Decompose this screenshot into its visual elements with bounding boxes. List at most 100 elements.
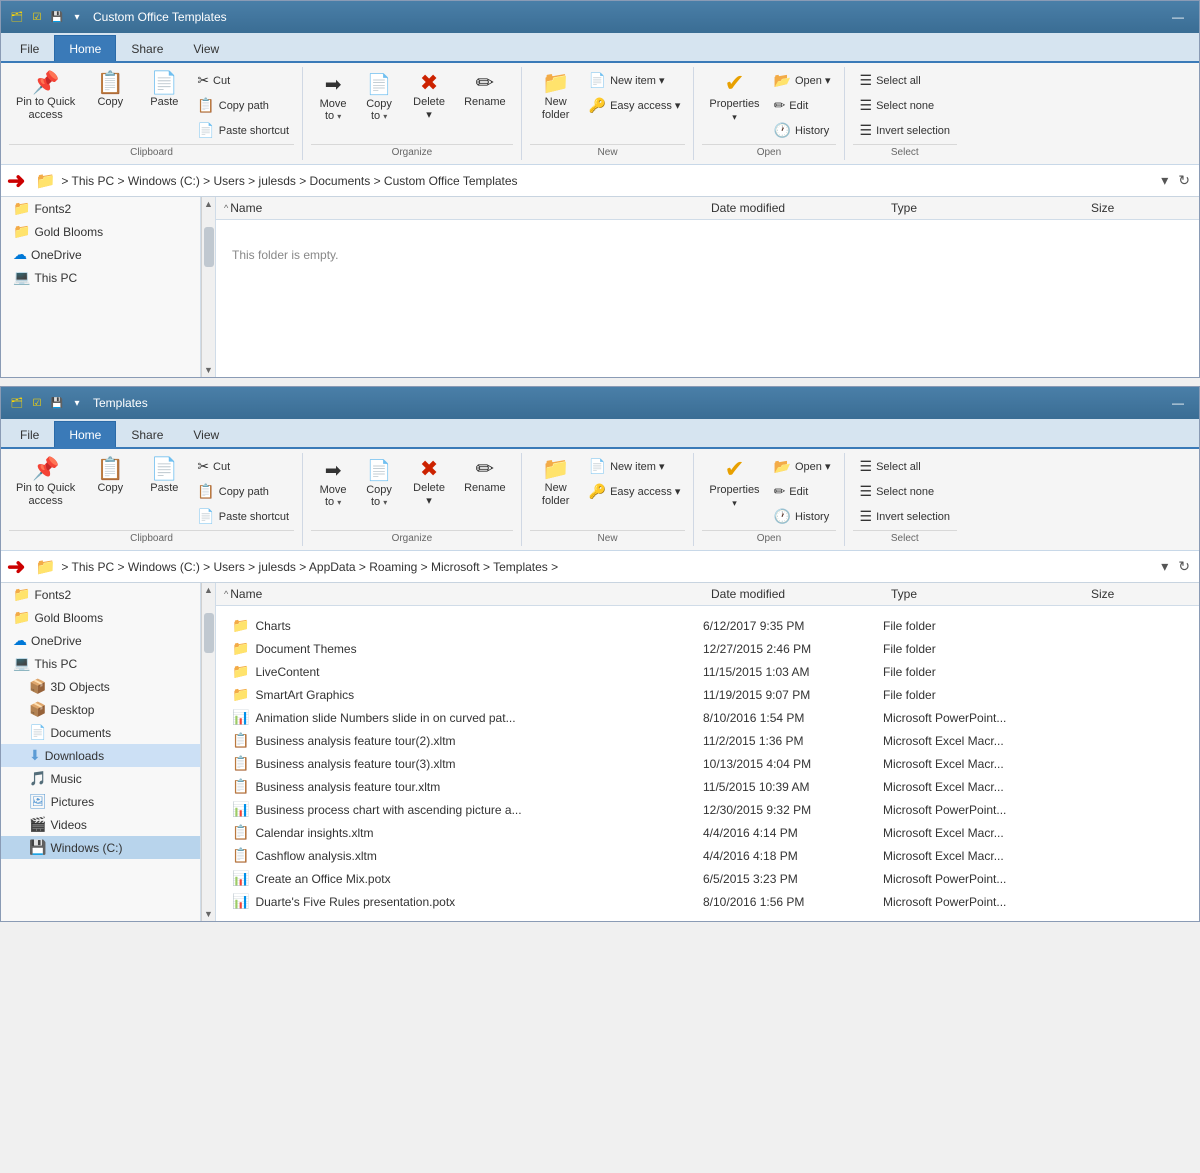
paste-button[interactable]: 📄Paste	[138, 69, 190, 112]
paste-shortcut-button[interactable]: 📄Paste shortcut	[192, 119, 294, 142]
address-path[interactable]: > This PC > Windows (C:) > Users > jules…	[61, 174, 1152, 188]
move-to-button[interactable]: ➡Moveto ▾	[311, 455, 355, 511]
column-header-size[interactable]: Size	[1091, 587, 1191, 601]
scrollbar-up-arrow[interactable]: ▲	[202, 583, 216, 597]
nav-item-downloads[interactable]: ⬇Downloads	[1, 744, 200, 767]
tab-view[interactable]: View	[178, 35, 234, 61]
nav-item-fonts2[interactable]: 📁Fonts2	[1, 583, 200, 606]
file-row[interactable]: 📊Duarte's Five Rules presentation.potx8/…	[224, 890, 1191, 913]
nav-scrollbar-track[interactable]: ▲ ▼	[201, 583, 215, 921]
nav-item-this-pc[interactable]: 💻This PC	[1, 652, 200, 675]
file-row[interactable]: 📋Business analysis feature tour(2).xltm1…	[224, 729, 1191, 752]
easy-access-button[interactable]: 🔑Easy access ▾	[584, 94, 686, 117]
column-header-type[interactable]: Type	[891, 201, 1091, 215]
copy-path-button[interactable]: 📋Copy path	[192, 480, 294, 503]
edit-button[interactable]: ✏Edit	[769, 94, 836, 117]
properties-button[interactable]: ✔Properties▾	[702, 69, 766, 127]
nav-item-videos[interactable]: 🎬Videos	[1, 813, 200, 836]
nav-item-gold-blooms[interactable]: 📁Gold Blooms	[1, 220, 200, 243]
move-to-button[interactable]: ➡Moveto ▾	[311, 69, 355, 125]
tab-view[interactable]: View	[178, 421, 234, 447]
pin-to-quick-access-button[interactable]: 📌Pin to Quickaccess	[9, 455, 82, 511]
nav-item-music[interactable]: 🎵Music	[1, 767, 200, 790]
copy-button[interactable]: 📋Copy	[84, 455, 136, 498]
rename-button[interactable]: ✏Rename	[457, 69, 513, 112]
file-row[interactable]: 📋Business analysis feature tour.xltm11/5…	[224, 775, 1191, 798]
invert-selection-button[interactable]: ☰Invert selection	[853, 119, 958, 142]
copy-to-button[interactable]: 📄Copyto ▾	[357, 455, 401, 511]
new-item-button[interactable]: 📄New item ▾	[584, 455, 686, 478]
nav-item-windows-c:[interactable]: 💾Windows (C:)	[1, 836, 200, 859]
file-row[interactable]: 📋Cashflow analysis.xltm4/4/2016 4:18 PMM…	[224, 844, 1191, 867]
properties-button[interactable]: ✔Properties▾	[702, 455, 766, 513]
select-all-button[interactable]: ☰Select all	[853, 455, 958, 478]
cut-button[interactable]: ✂Cut	[192, 69, 294, 92]
history-button[interactable]: 🕐History	[769, 505, 836, 528]
open-button[interactable]: 📂Open ▾	[769, 69, 836, 92]
address-dropdown-button[interactable]: ▾	[1158, 557, 1171, 576]
file-row[interactable]: 📁Charts6/12/2017 9:35 PMFile folder	[224, 614, 1191, 637]
scrollbar-thumb[interactable]	[204, 613, 214, 653]
history-button[interactable]: 🕐History	[769, 119, 836, 142]
scrollbar-down-arrow[interactable]: ▼	[202, 907, 216, 921]
minimize-button[interactable]: —	[1165, 7, 1191, 27]
delete-button[interactable]: ✖Delete▾	[403, 455, 455, 511]
file-row[interactable]: 📋Business analysis feature tour(3).xltm1…	[224, 752, 1191, 775]
nav-item-fonts2[interactable]: 📁Fonts2	[1, 197, 200, 220]
address-dropdown-button[interactable]: ▾	[1158, 171, 1171, 190]
tab-share[interactable]: Share	[116, 35, 178, 61]
tab-home[interactable]: Home	[54, 421, 116, 447]
file-row[interactable]: 📁SmartArt Graphics11/19/2015 9:07 PMFile…	[224, 683, 1191, 706]
tab-home[interactable]: Home	[54, 35, 116, 61]
easy-access-button[interactable]: 🔑Easy access ▾	[584, 480, 686, 503]
delete-button[interactable]: ✖Delete▾	[403, 69, 455, 125]
address-refresh-button[interactable]: ↻	[1175, 557, 1193, 576]
column-header-name[interactable]: ^ Name	[224, 201, 711, 215]
column-header-type[interactable]: Type	[891, 587, 1091, 601]
select-none-button[interactable]: ☰Select none	[853, 480, 958, 503]
column-header-date-modified[interactable]: Date modified	[711, 201, 891, 215]
file-row[interactable]: 📁Document Themes12/27/2015 2:46 PMFile f…	[224, 637, 1191, 660]
select-all-button[interactable]: ☰Select all	[853, 69, 958, 92]
select-none-button[interactable]: ☰Select none	[853, 94, 958, 117]
address-refresh-button[interactable]: ↻	[1175, 171, 1193, 190]
tab-file[interactable]: File	[5, 35, 54, 61]
copy-button[interactable]: 📋Copy	[84, 69, 136, 112]
nav-item-pictures[interactable]: 🖼Pictures	[1, 790, 200, 813]
nav-item-onedrive[interactable]: ☁OneDrive	[1, 243, 200, 266]
nav-item-3d-objects[interactable]: 📦3D Objects	[1, 675, 200, 698]
rename-button[interactable]: ✏Rename	[457, 455, 513, 498]
copy-to-button[interactable]: 📄Copyto ▾	[357, 69, 401, 125]
copy-path-button[interactable]: 📋Copy path	[192, 94, 294, 117]
new-folder-button[interactable]: 📁Newfolder	[530, 455, 582, 511]
scrollbar-thumb[interactable]	[204, 227, 214, 267]
paste-shortcut-button[interactable]: 📄Paste shortcut	[192, 505, 294, 528]
file-row[interactable]: 📁LiveContent11/15/2015 1:03 AMFile folde…	[224, 660, 1191, 683]
tab-share[interactable]: Share	[116, 421, 178, 447]
new-folder-button[interactable]: 📁Newfolder	[530, 69, 582, 125]
nav-item-onedrive[interactable]: ☁OneDrive	[1, 629, 200, 652]
nav-item-desktop[interactable]: 📦Desktop	[1, 698, 200, 721]
column-header-date-modified[interactable]: Date modified	[711, 587, 891, 601]
new-item-button[interactable]: 📄New item ▾	[584, 69, 686, 92]
file-row[interactable]: 📋Calendar insights.xltm4/4/2016 4:14 PMM…	[224, 821, 1191, 844]
address-path[interactable]: > This PC > Windows (C:) > Users > jules…	[61, 560, 1152, 574]
file-row[interactable]: 📊Business process chart with ascending p…	[224, 798, 1191, 821]
scrollbar-up-arrow[interactable]: ▲	[202, 197, 216, 211]
pin-to-quick-access-button[interactable]: 📌Pin to Quickaccess	[9, 69, 82, 125]
minimize-button[interactable]: —	[1165, 393, 1191, 413]
paste-button[interactable]: 📄Paste	[138, 455, 190, 498]
invert-selection-button[interactable]: ☰Invert selection	[853, 505, 958, 528]
cut-button[interactable]: ✂Cut	[192, 455, 294, 478]
nav-item-this-pc[interactable]: 💻This PC	[1, 266, 200, 289]
column-header-name[interactable]: ^ Name	[224, 587, 711, 601]
tab-file[interactable]: File	[5, 421, 54, 447]
nav-scrollbar-track[interactable]: ▲ ▼	[201, 197, 215, 377]
nav-item-gold-blooms[interactable]: 📁Gold Blooms	[1, 606, 200, 629]
file-row[interactable]: 📊Animation slide Numbers slide in on cur…	[224, 706, 1191, 729]
nav-item-documents[interactable]: 📄Documents	[1, 721, 200, 744]
edit-button[interactable]: ✏Edit	[769, 480, 836, 503]
column-header-size[interactable]: Size	[1091, 201, 1191, 215]
scrollbar-down-arrow[interactable]: ▼	[202, 363, 216, 377]
file-row[interactable]: 📊Create an Office Mix.potx6/5/2015 3:23 …	[224, 867, 1191, 890]
